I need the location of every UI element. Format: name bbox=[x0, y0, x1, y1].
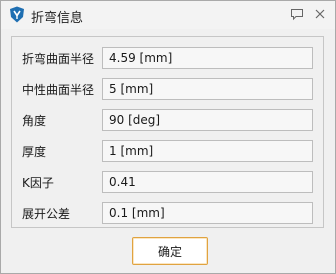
field-row-bend-radius: 折弯曲面半径 4.59 [mm] bbox=[12, 47, 323, 69]
comment-icon[interactable] bbox=[290, 7, 304, 21]
ok-button[interactable]: 确定 bbox=[132, 237, 208, 265]
thickness-field[interactable]: 1 [mm] bbox=[102, 140, 313, 162]
field-row-neutral-radius: 中性曲面半径 5 [mm] bbox=[12, 78, 323, 100]
angle-field[interactable]: 90 [deg] bbox=[102, 109, 313, 131]
field-row-angle: 角度 90 [deg] bbox=[12, 109, 323, 131]
field-label: K因子 bbox=[22, 176, 54, 190]
field-label: 厚度 bbox=[22, 145, 47, 159]
bend-radius-field[interactable]: 4.59 [mm] bbox=[102, 47, 313, 69]
app-logo-icon bbox=[10, 6, 24, 23]
field-row-k-factor: K因子 0.41 bbox=[12, 171, 323, 193]
field-label: 中性曲面半径 bbox=[22, 83, 95, 97]
field-label: 角度 bbox=[22, 114, 47, 128]
unfold-tolerance-field[interactable]: 0.1 [mm] bbox=[102, 202, 313, 224]
field-label: 展开公差 bbox=[22, 207, 71, 221]
neutral-radius-field[interactable]: 5 [mm] bbox=[102, 78, 313, 100]
field-row-thickness: 厚度 1 [mm] bbox=[12, 140, 323, 162]
close-icon[interactable] bbox=[313, 7, 327, 21]
window-title: 折弯信息 bbox=[31, 11, 84, 26]
field-label: 折弯曲面半径 bbox=[22, 52, 95, 66]
bend-info-dialog: 折弯信息 折弯曲面半径 4.59 [mm] 中性曲面半径 5 [mm] 角度 9… bbox=[0, 0, 336, 274]
k-factor-field[interactable]: 0.41 bbox=[102, 171, 313, 193]
title-bar[interactable]: 折弯信息 bbox=[1, 1, 335, 29]
properties-panel: 折弯曲面半径 4.59 [mm] 中性曲面半径 5 [mm] 角度 90 [de… bbox=[11, 36, 324, 228]
field-row-unfold-tolerance: 展开公差 0.1 [mm] bbox=[12, 202, 323, 224]
